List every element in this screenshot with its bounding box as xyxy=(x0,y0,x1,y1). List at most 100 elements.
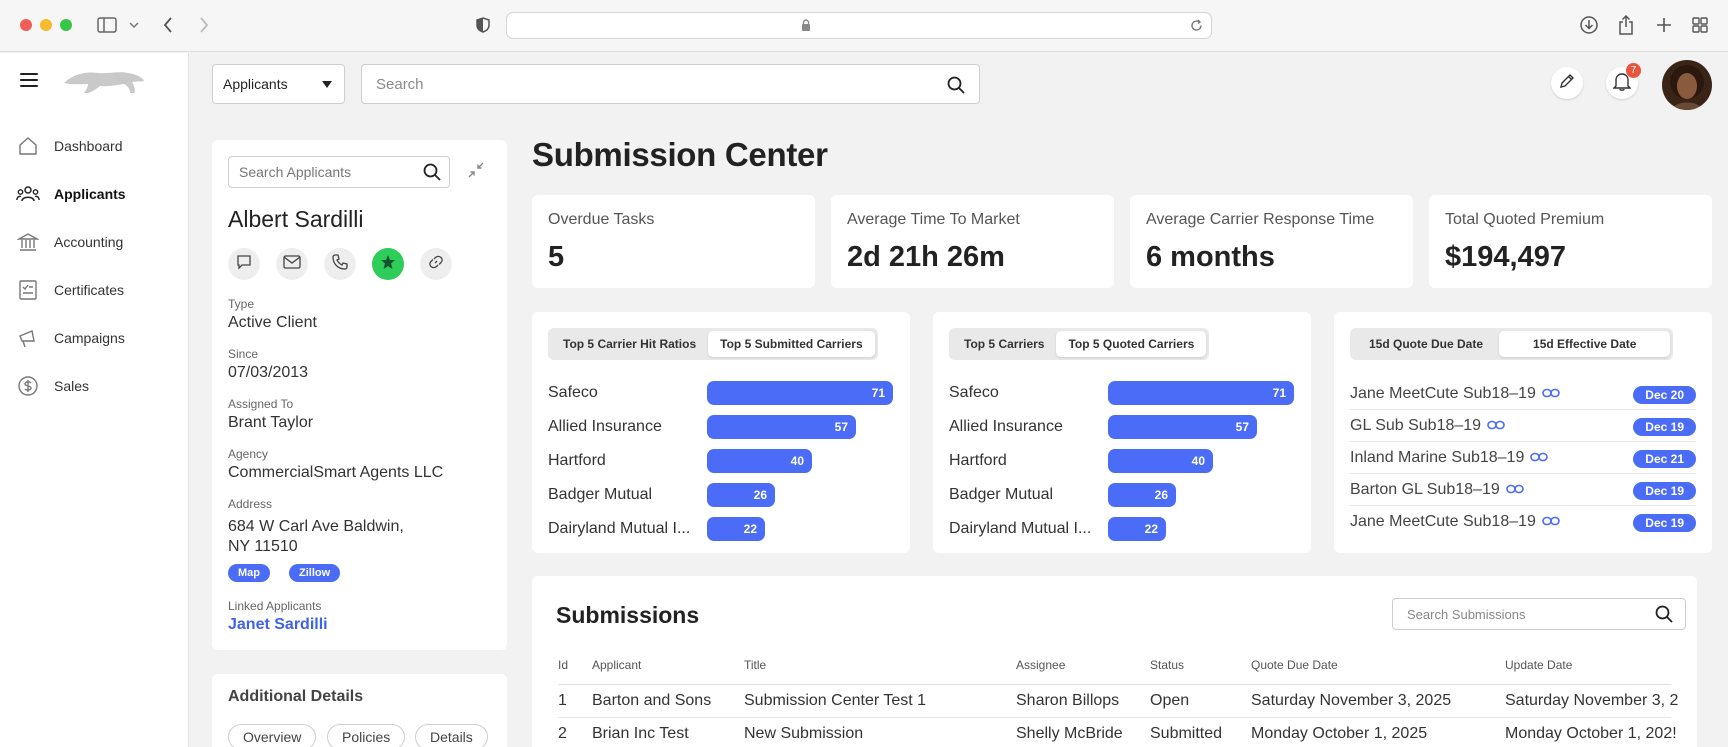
sidebar-item-sales[interactable]: Sales xyxy=(16,371,186,401)
table-cell-id[interactable]: 1 xyxy=(558,692,567,710)
bar[interactable]: 26 xyxy=(1108,483,1176,507)
search-icon[interactable] xyxy=(1655,605,1673,628)
bar[interactable]: 22 xyxy=(1108,517,1166,541)
table-cell-quote-due-date[interactable]: Saturday November 3, 2025 xyxy=(1251,692,1451,710)
bar[interactable]: 71 xyxy=(707,381,893,405)
reload-icon[interactable] xyxy=(1190,19,1203,37)
sidebar-item-applicants[interactable]: Applicants xyxy=(16,179,186,209)
sidebar-item-certificates[interactable]: Certificates xyxy=(16,275,186,305)
favorite-button[interactable] xyxy=(372,248,404,280)
search-icon[interactable] xyxy=(947,76,965,99)
date-list-item[interactable]: GL Sub Sub18–19 Dec 19 xyxy=(1350,410,1696,442)
caret-down-icon xyxy=(322,81,332,88)
map-button[interactable]: Map xyxy=(228,564,270,582)
collapse-icon[interactable] xyxy=(468,162,484,183)
bar[interactable]: 40 xyxy=(1108,449,1213,473)
sidebar-item-campaigns[interactable]: Campaigns xyxy=(16,323,186,353)
applicant-search-input[interactable] xyxy=(229,157,419,187)
sidebar-item-dashboard[interactable]: Dashboard xyxy=(16,131,186,161)
bar-row: Allied Insurance 57 xyxy=(949,415,1299,439)
bar[interactable]: 57 xyxy=(1108,415,1257,439)
details-tab-overview[interactable]: Overview xyxy=(228,724,317,747)
tab-quote-due-date[interactable]: 15d Quote Due Date xyxy=(1353,331,1499,357)
tab-submitted-carriers[interactable]: Top 5 Submitted Carriers xyxy=(708,331,875,357)
menu-icon[interactable] xyxy=(20,73,38,87)
column-header-quote-due-date[interactable]: Quote Due Date xyxy=(1251,658,1338,672)
tab-quoted-carriers[interactable]: Top 5 Quoted Carriers xyxy=(1056,331,1207,357)
bar-label: Safeco xyxy=(548,384,598,401)
bar-value-label: 22 xyxy=(1144,522,1158,536)
download-icon[interactable] xyxy=(1577,13,1601,37)
forward-icon[interactable] xyxy=(192,13,216,37)
tab-carrier-hit-ratios[interactable]: Top 5 Carrier Hit Ratios xyxy=(551,331,708,357)
details-tab-policies[interactable]: Policies xyxy=(327,724,406,747)
submissions-title: Submissions xyxy=(556,602,700,628)
submissions-search-input[interactable] xyxy=(1393,599,1643,629)
new-tab-icon[interactable] xyxy=(1652,13,1676,37)
submissions-card: Submissions Id Applicant Title Assignee Stat… xyxy=(532,576,1697,747)
date-list-item[interactable]: Inland Marine Sub18–19 Dec 21 xyxy=(1350,442,1696,474)
table-cell-update-date[interactable]: Saturday November 3, 2 xyxy=(1505,692,1678,710)
address-bar[interactable] xyxy=(506,12,1212,39)
table-cell-applicant[interactable]: Brian Inc Test xyxy=(592,725,689,743)
email-button[interactable] xyxy=(276,248,308,280)
bar-row: Dairyland Mutual I... 22 xyxy=(949,517,1299,541)
table-cell-status[interactable]: Open xyxy=(1150,692,1189,710)
bar[interactable]: 40 xyxy=(707,449,812,473)
column-header-id[interactable]: Id xyxy=(558,658,568,672)
column-header-assignee[interactable]: Assignee xyxy=(1016,658,1065,672)
column-header-update-date[interactable]: Update Date xyxy=(1505,658,1572,672)
linked-applicant-link[interactable]: Janet Sardilli xyxy=(228,616,328,634)
table-cell-title[interactable]: New Submission xyxy=(744,725,863,743)
bar[interactable]: 26 xyxy=(707,483,775,507)
date-item-label: Jane MeetCute Sub18–19 xyxy=(1350,513,1560,531)
tab-top-carriers[interactable]: Top 5 Carriers xyxy=(952,331,1056,357)
table-cell-quote-due-date[interactable]: Monday October 1, 2025 xyxy=(1251,725,1427,743)
table-cell-update-date[interactable]: Monday October 1, 202! xyxy=(1505,725,1677,743)
chevron-down-icon[interactable] xyxy=(122,13,146,37)
search-icon[interactable] xyxy=(423,163,441,186)
table-cell-assignee[interactable]: Sharon Billops xyxy=(1016,692,1119,710)
tab-overview-icon[interactable] xyxy=(1688,13,1712,37)
edit-button[interactable] xyxy=(1551,67,1583,99)
sidebar-item-accounting[interactable]: Accounting xyxy=(16,227,186,257)
avatar[interactable] xyxy=(1662,60,1712,110)
link-button[interactable] xyxy=(420,248,452,280)
bar[interactable]: 57 xyxy=(707,415,856,439)
date-list-item[interactable]: Jane MeetCute Sub18–19 Dec 19 xyxy=(1350,506,1696,538)
date-badge: Dec 19 xyxy=(1633,482,1696,500)
stat-label: Average Carrier Response Time xyxy=(1146,211,1375,228)
entity-select[interactable]: Applicants xyxy=(212,64,345,104)
zoom-window-button[interactable] xyxy=(60,19,72,31)
shield-icon[interactable] xyxy=(471,13,495,37)
column-header-status[interactable]: Status xyxy=(1150,658,1184,672)
global-search-input[interactable] xyxy=(362,65,922,103)
date-list-item[interactable]: Jane MeetCute Sub18–19 Dec 20 xyxy=(1350,378,1696,410)
table-cell-applicant[interactable]: Barton and Sons xyxy=(592,692,711,710)
sidebar-toggle-icon[interactable] xyxy=(95,13,119,37)
table-cell-status[interactable]: Submitted xyxy=(1150,725,1222,743)
stat-value: $194,497 xyxy=(1445,241,1566,273)
share-icon[interactable] xyxy=(1614,13,1638,37)
details-tab-details[interactable]: Details xyxy=(415,724,488,747)
call-button[interactable] xyxy=(324,248,356,280)
tab-effective-date[interactable]: 15d Effective Date xyxy=(1499,331,1671,357)
table-cell-title[interactable]: Submission Center Test 1 xyxy=(744,692,926,710)
bar[interactable]: 71 xyxy=(1108,381,1294,405)
bar-row: Badger Mutual 26 xyxy=(548,483,898,507)
close-window-button[interactable] xyxy=(20,19,32,31)
linked-label: Linked Applicants xyxy=(228,599,322,613)
bar-label: Dairyland Mutual I... xyxy=(548,520,691,537)
minimize-window-button[interactable] xyxy=(40,19,52,31)
table-cell-assignee[interactable]: Shelly McBride xyxy=(1016,725,1123,743)
zillow-button[interactable]: Zillow xyxy=(289,564,341,582)
bar[interactable]: 22 xyxy=(707,517,765,541)
column-header-applicant[interactable]: Applicant xyxy=(592,658,641,672)
bar-label: Badger Mutual xyxy=(949,486,1054,503)
column-header-title[interactable]: Title xyxy=(744,658,766,672)
message-button[interactable] xyxy=(228,248,260,280)
date-list-item[interactable]: Barton GL Sub18–19 Dec 19 xyxy=(1350,474,1696,506)
link-icon xyxy=(1487,417,1505,435)
table-cell-id[interactable]: 2 xyxy=(558,725,567,743)
back-icon[interactable] xyxy=(156,13,180,37)
